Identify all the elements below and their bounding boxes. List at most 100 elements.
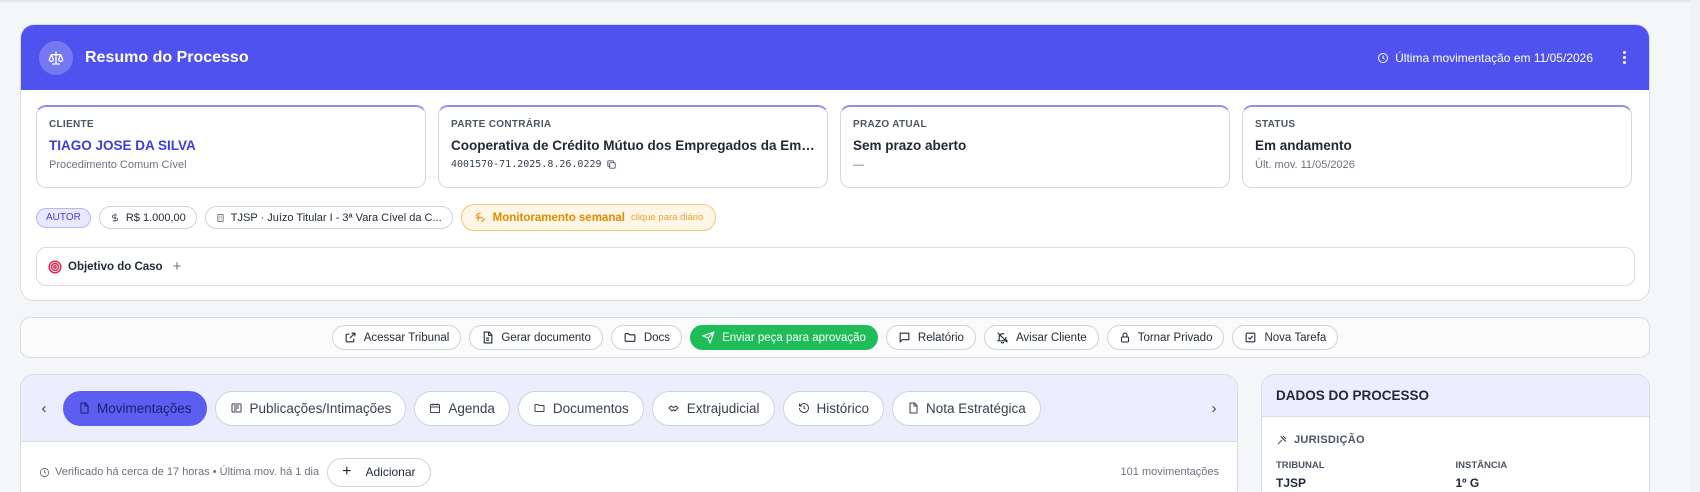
case-objective[interactable]: Objetivo do Caso + <box>36 247 1635 286</box>
action-label: Nova Tarefa <box>1264 331 1327 344</box>
document-icon <box>78 402 90 414</box>
chevron-left-icon[interactable]: ‹ <box>33 397 55 419</box>
tab-documentos[interactable]: Documentos <box>517 390 644 426</box>
action-label: Gerar documento <box>501 331 591 344</box>
tabs-bar: ‹ Movimentações Publicações/Intimações A… <box>21 375 1237 442</box>
field-value: 1º G <box>1455 476 1480 490</box>
verified-text: Verificado há cerca de 17 horas • Última… <box>55 466 320 478</box>
side-panel-title: DADOS DO PROCESSO <box>1262 375 1649 417</box>
card-label: CLIENTE <box>49 119 94 130</box>
action-label: Tornar Privado <box>1137 331 1213 344</box>
card-label: PARTE CONTRÁRIA <box>451 119 552 130</box>
radar-icon <box>474 211 487 224</box>
tab-historico[interactable]: Histórico <box>782 390 885 426</box>
external-link-icon <box>344 331 357 344</box>
building-icon <box>216 213 225 223</box>
status-card: STATUS Em andamento Últ. mov. 11/05/2026 <box>1242 105 1632 188</box>
process-data-panel: DADOS DO PROCESSO JURISDIÇÃO TRIBUNAL TJ… <box>1261 374 1650 492</box>
monitoring-hint: clique para diário <box>630 212 704 223</box>
generate-document-button[interactable]: Gerar documento <box>469 325 603 350</box>
tab-label: Agenda <box>448 400 495 416</box>
status-value: Em andamento <box>1255 138 1352 153</box>
docs-button[interactable]: Docs <box>610 325 683 350</box>
tab-label: Documentos <box>552 400 629 416</box>
summary-header: Resumo do Processo Última movimentação e… <box>21 25 1649 90</box>
new-task-button[interactable]: Nova Tarefa <box>1232 325 1339 350</box>
clock-icon <box>39 467 50 478</box>
field-label: INSTÂNCIA <box>1455 460 1508 471</box>
movements-toolbar: Verificado há cerca de 17 horas • Última… <box>21 442 1237 492</box>
opposing-party-name: Cooperativa de Crédito Mútuo dos Emprega… <box>451 138 815 153</box>
clock-icon <box>1377 52 1389 64</box>
checkbox-icon <box>1244 331 1257 344</box>
field-value: TJSP <box>1276 476 1307 490</box>
copy-icon[interactable] <box>606 159 617 170</box>
tab-agenda[interactable]: Agenda <box>414 390 510 426</box>
court-text: TJSP · Juízo Titular I - 3ª Vara Cível d… <box>230 211 442 224</box>
calendar-icon <box>429 402 441 414</box>
court-field: TRIBUNAL TJSP <box>1276 460 1456 490</box>
objective-label: Objetivo do Caso <box>68 260 163 273</box>
tab-label: Nota Estratégica <box>926 400 1026 416</box>
access-court-button[interactable]: Acessar Tribunal <box>331 325 462 350</box>
more-options-icon[interactable] <box>1615 51 1633 64</box>
tab-nota-estrategica[interactable]: Nota Estratégica <box>892 390 1041 426</box>
verified-status: Verificado há cerca de 17 horas • Última… <box>39 466 319 478</box>
make-private-button[interactable]: Tornar Privado <box>1106 325 1225 350</box>
tab-publicacoes[interactable]: Publicações/Intimações <box>214 390 407 426</box>
tab-label: Movimentações <box>97 400 192 416</box>
summary-cards: CLIENTE TIAGO JOSE DA SILVA Procedimento… <box>36 105 1632 188</box>
tab-movimentacoes[interactable]: Movimentações <box>63 390 207 426</box>
actions-toolbar: Acessar Tribunal Gerar documento Docs En… <box>20 317 1650 358</box>
deadline-value: Sem prazo aberto <box>853 138 967 153</box>
add-label: Adicionar <box>365 465 416 479</box>
handshake-icon <box>667 402 680 414</box>
process-tabs-panel: ‹ Movimentações Publicações/Intimações A… <box>20 374 1238 492</box>
folder-icon <box>623 331 637 344</box>
card-label: PRAZO ATUAL <box>853 119 927 130</box>
monitoring-toggle[interactable]: Monitoramento semanal clique para diário <box>460 204 717 231</box>
card-sub: Últ. mov. 11/05/2026 <box>1255 159 1355 171</box>
bell-off-icon <box>996 331 1009 344</box>
send-for-approval-button[interactable]: Enviar peça para aprovação <box>690 325 878 350</box>
gavel-icon <box>1276 434 1288 446</box>
plus-icon: + <box>342 463 352 480</box>
dollar-icon <box>110 212 120 223</box>
history-icon <box>798 402 810 414</box>
instance-field: INSTÂNCIA 1º G <box>1456 460 1636 490</box>
target-icon <box>48 259 62 274</box>
page-scrollbar[interactable] <box>1690 0 1700 492</box>
deadline-card: PRAZO ATUAL Sem prazo aberto — <box>840 105 1230 188</box>
newspaper-icon <box>230 402 243 414</box>
action-label: Docs <box>643 331 671 344</box>
folder-icon <box>533 402 546 414</box>
notify-client-button[interactable]: Avisar Cliente <box>983 325 1099 350</box>
tab-label: Histórico <box>816 400 870 416</box>
process-number: 4001570-71.2025.8.26.0229 <box>451 159 815 170</box>
report-button[interactable]: Relatório <box>885 325 976 350</box>
section-label: JURISDIÇÃO <box>1294 434 1365 446</box>
tab-label: Extrajudicial <box>686 400 760 416</box>
process-chips: AUTOR R$ 1.000,00 TJSP · Juízo Titular I… <box>36 204 717 231</box>
tab-extrajudicial[interactable]: Extrajudicial <box>651 390 775 426</box>
send-icon <box>702 331 715 344</box>
scale-icon <box>39 40 73 75</box>
summary-title: Resumo do Processo <box>85 48 249 66</box>
add-movement-button[interactable]: + Adicionar <box>327 457 431 487</box>
jurisdiction-grid: TRIBUNAL TJSP INSTÂNCIA 1º G <box>1262 460 1649 490</box>
chevron-right-icon[interactable]: › <box>1203 397 1225 419</box>
lock-icon <box>1119 331 1131 344</box>
monitoring-label: Monitoramento semanal <box>492 211 625 224</box>
last-movement-text: Última movimentação em 11/05/2026 <box>1395 50 1593 65</box>
add-objective-icon[interactable]: + <box>173 258 182 275</box>
amount-chip: R$ 1.000,00 <box>98 206 197 229</box>
jurisdiction-section: JURISDIÇÃO <box>1262 434 1649 446</box>
client-name-link[interactable]: TIAGO JOSE DA SILVA <box>49 138 413 153</box>
note-icon <box>907 402 919 414</box>
top-border <box>0 0 1700 2</box>
opposing-party-card: PARTE CONTRÁRIA Cooperativa de Crédito M… <box>438 105 828 188</box>
document-icon <box>481 331 494 344</box>
card-sub: — <box>853 159 864 171</box>
client-card: CLIENTE TIAGO JOSE DA SILVA Procedimento… <box>36 105 426 188</box>
court-chip: TJSP · Juízo Titular I - 3ª Vara Cível d… <box>204 206 453 229</box>
